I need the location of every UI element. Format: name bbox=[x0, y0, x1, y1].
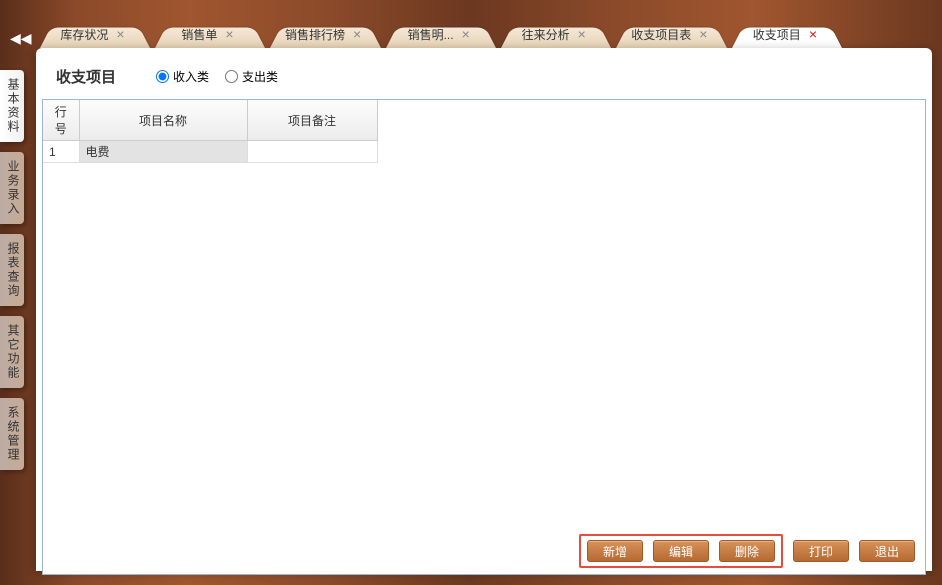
tab-inventory-status[interactable]: 库存状况 × bbox=[40, 20, 150, 48]
tab-income-expense-table[interactable]: 收支项目表 × bbox=[616, 20, 727, 48]
cell-remark[interactable] bbox=[247, 141, 377, 163]
close-icon[interactable]: × bbox=[225, 27, 233, 41]
tab-sales-order[interactable]: 销售单 × bbox=[155, 20, 265, 48]
sidebar-item-other-functions[interactable]: 其它功能 bbox=[0, 316, 24, 388]
tab-sales-ranking[interactable]: 销售排行榜 × bbox=[270, 20, 381, 48]
cell-rownum: 1 bbox=[43, 141, 79, 163]
radio-expense-input[interactable] bbox=[225, 70, 238, 83]
sidebar-item-basic-info[interactable]: 基本资料 bbox=[0, 70, 24, 142]
tab-income-expense-item[interactable]: 收支项目 × bbox=[732, 20, 842, 48]
sidebar-item-system-management[interactable]: 系统管理 bbox=[0, 398, 24, 470]
category-radio-group: 收入类 支出类 bbox=[156, 68, 278, 85]
radio-expense[interactable]: 支出类 bbox=[225, 68, 278, 85]
close-icon[interactable]: × bbox=[578, 27, 586, 41]
table-header-row: 行号 项目名称 项目备注 bbox=[43, 100, 377, 141]
close-icon[interactable]: × bbox=[809, 27, 817, 41]
radio-income[interactable]: 收入类 bbox=[156, 68, 209, 85]
crud-button-group-highlight: 新增 编辑 删除 bbox=[579, 534, 783, 568]
page-title: 收支项目 bbox=[56, 66, 116, 87]
close-icon[interactable]: × bbox=[116, 27, 124, 41]
sidebar-item-business-entry[interactable]: 业务录入 bbox=[0, 152, 24, 224]
radio-income-input[interactable] bbox=[156, 70, 169, 83]
button-bar: 新增 编辑 删除 打印 退出 bbox=[579, 534, 915, 568]
tab-label: 收支项目 bbox=[753, 26, 801, 43]
tab-label: 销售明... bbox=[408, 26, 454, 43]
radio-expense-label: 支出类 bbox=[242, 68, 278, 85]
close-icon[interactable]: × bbox=[699, 27, 707, 41]
tab-label: 销售单 bbox=[181, 26, 217, 43]
header-remark[interactable]: 项目备注 bbox=[247, 100, 377, 141]
data-area: 行号 项目名称 项目备注 1 电费 新增 编辑 删除 打印 退出 bbox=[42, 99, 926, 575]
add-button[interactable]: 新增 bbox=[587, 540, 643, 562]
tab-label: 收支项目表 bbox=[631, 26, 691, 43]
edit-button[interactable]: 编辑 bbox=[653, 540, 709, 562]
tab-label: 销售排行榜 bbox=[285, 26, 345, 43]
print-button[interactable]: 打印 bbox=[793, 540, 849, 562]
tabs-container: 库存状况 × 销售单 × 销售排行榜 × 销售明... × 往来分析 × 收支项… bbox=[40, 20, 932, 50]
header-name[interactable]: 项目名称 bbox=[79, 100, 247, 141]
table-row[interactable]: 1 电费 bbox=[43, 141, 377, 163]
delete-button[interactable]: 删除 bbox=[719, 540, 775, 562]
items-table: 行号 项目名称 项目备注 1 电费 bbox=[43, 100, 378, 163]
radio-income-label: 收入类 bbox=[173, 68, 209, 85]
tab-sales-detail[interactable]: 销售明... × bbox=[386, 20, 496, 48]
left-sidebar: 基本资料 业务录入 报表查询 其它功能 系统管理 bbox=[0, 70, 24, 470]
exit-button[interactable]: 退出 bbox=[859, 540, 915, 562]
close-icon[interactable]: × bbox=[462, 27, 470, 41]
header-rownum[interactable]: 行号 bbox=[43, 100, 79, 141]
main-panel: 收支项目 收入类 支出类 行号 项目名称 项目备注 bbox=[36, 48, 932, 571]
tab-scroll-left-icon[interactable]: ◀◀ bbox=[10, 30, 32, 47]
tab-transaction-analysis[interactable]: 往来分析 × bbox=[501, 20, 611, 48]
sidebar-item-report-query[interactable]: 报表查询 bbox=[0, 234, 24, 306]
panel-header: 收支项目 收入类 支出类 bbox=[36, 48, 932, 99]
cell-name[interactable]: 电费 bbox=[79, 141, 247, 163]
tab-label: 往来分析 bbox=[522, 26, 570, 43]
tab-label: 库存状况 bbox=[60, 26, 108, 43]
close-icon[interactable]: × bbox=[353, 27, 361, 41]
